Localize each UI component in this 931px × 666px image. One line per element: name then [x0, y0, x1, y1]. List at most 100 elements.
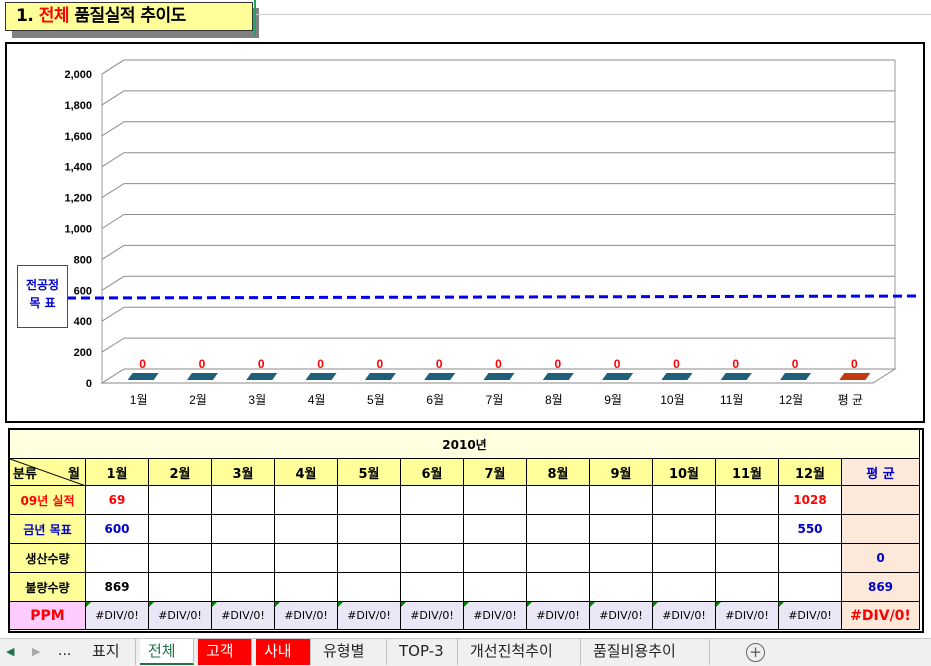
data-cell[interactable] [652, 543, 716, 573]
data-cell[interactable] [778, 543, 842, 573]
month-header[interactable]: 5월 [337, 458, 401, 486]
data-cell[interactable]: 1028 [778, 485, 842, 515]
data-cell[interactable] [337, 572, 401, 602]
section-title[interactable]: 1. 전체 품질실적 추이도 [5, 2, 253, 31]
month-header[interactable]: 7월 [463, 458, 527, 486]
ppm-label[interactable]: PPM [9, 601, 86, 630]
data-cell[interactable] [148, 514, 212, 544]
sheet-tab[interactable]: 품질비용추이 [585, 639, 710, 665]
data-cell[interactable] [652, 514, 716, 544]
data-cell[interactable]: 600 [85, 514, 149, 544]
data-cell[interactable] [715, 514, 779, 544]
sheet-tab[interactable]: 개선진척추이 [462, 639, 581, 665]
data-cell[interactable] [589, 543, 653, 573]
month-header[interactable]: 3월 [211, 458, 275, 486]
data-cell[interactable] [652, 485, 716, 515]
data-cell[interactable] [463, 485, 527, 515]
ppm-cell[interactable]: #DIV/0! [589, 601, 653, 630]
row-label[interactable]: 09년 실적 [9, 485, 86, 515]
add-sheet-icon[interactable]: + [746, 643, 765, 662]
sheet-tab[interactable]: 고객 [198, 639, 252, 665]
data-cell[interactable] [526, 485, 590, 515]
data-cell[interactable] [148, 485, 212, 515]
sheet-tab[interactable]: 사내 [256, 639, 311, 665]
row-label[interactable]: 불량수량 [9, 572, 86, 602]
data-cell[interactable] [715, 543, 779, 573]
data-cell[interactable] [778, 572, 842, 602]
more-sheets-button[interactable]: ... [58, 643, 71, 659]
row-label[interactable]: 금년 목표 [9, 514, 86, 544]
month-header[interactable]: 6월 [400, 458, 464, 486]
data-cell[interactable] [400, 543, 464, 573]
sheet-tab[interactable]: 유형별 [315, 639, 387, 665]
data-cell[interactable] [463, 543, 527, 573]
data-cell[interactable] [211, 514, 275, 544]
data-cell[interactable] [148, 572, 212, 602]
ppm-cell[interactable]: #DIV/0! [211, 601, 275, 630]
data-cell[interactable]: 869 [85, 572, 149, 602]
month-header[interactable]: 2월 [148, 458, 212, 486]
data-cell[interactable] [400, 572, 464, 602]
data-cell[interactable] [526, 514, 590, 544]
data-cell[interactable] [211, 485, 275, 515]
data-cell[interactable] [337, 543, 401, 573]
data-cell[interactable] [400, 485, 464, 515]
month-header[interactable]: 1월 [85, 458, 149, 486]
avg-cell[interactable]: 869 [841, 572, 920, 602]
row-label[interactable]: 생산수량 [9, 543, 86, 573]
ppm-cell[interactable]: #DIV/0! [274, 601, 338, 630]
ppm-cell[interactable]: #DIV/0! [463, 601, 527, 630]
sheet-tab[interactable]: 표지 [84, 639, 136, 665]
ppm-avg-cell[interactable]: #DIV/0! [841, 601, 920, 630]
data-cell[interactable] [337, 485, 401, 515]
ppm-cell[interactable]: #DIV/0! [652, 601, 716, 630]
scroll-right-icon[interactable]: ▶ [32, 645, 40, 658]
sheet-tab[interactable]: TOP-3 [391, 639, 458, 665]
data-cell[interactable] [715, 485, 779, 515]
data-cell[interactable] [652, 572, 716, 602]
data-cell[interactable] [337, 514, 401, 544]
month-header[interactable]: 11월 [715, 458, 779, 486]
ppm-cell[interactable]: #DIV/0! [715, 601, 779, 630]
data-cell[interactable] [274, 514, 338, 544]
avg-cell[interactable] [841, 514, 920, 544]
data-cell[interactable]: 69 [85, 485, 149, 515]
data-cell[interactable] [274, 543, 338, 573]
ppm-cell[interactable]: #DIV/0! [400, 601, 464, 630]
data-cell[interactable] [589, 485, 653, 515]
target-label-box[interactable]: 전공정 목 표 [17, 265, 68, 328]
sheet-tab[interactable]: 전체 [140, 639, 194, 665]
data-cell[interactable] [526, 572, 590, 602]
data-cell[interactable] [211, 543, 275, 573]
data-cell[interactable] [589, 514, 653, 544]
month-header[interactable]: 8월 [526, 458, 590, 486]
data-cell[interactable] [274, 572, 338, 602]
data-cell[interactable] [85, 543, 149, 573]
data-cell[interactable] [400, 514, 464, 544]
data-cell[interactable] [148, 543, 212, 573]
data-cell[interactable] [589, 572, 653, 602]
month-header[interactable]: 4월 [274, 458, 338, 486]
ppm-cell[interactable]: #DIV/0! [148, 601, 212, 630]
month-header[interactable]: 12월 [778, 458, 842, 486]
data-cell[interactable]: 550 [778, 514, 842, 544]
month-header[interactable]: 10월 [652, 458, 716, 486]
ppm-cell[interactable]: #DIV/0! [337, 601, 401, 630]
quality-trend-chart[interactable]: 0 200 400 600 800 1,000 1,200 1,400 1,600 1,800 2,… [5, 42, 925, 423]
corner-header[interactable]: 분류 월 [9, 458, 86, 486]
ppm-cell[interactable]: #DIV/0! [526, 601, 590, 630]
data-cell[interactable] [463, 572, 527, 602]
data-cell[interactable] [274, 485, 338, 515]
data-cell[interactable] [715, 572, 779, 602]
avg-cell[interactable]: 0 [841, 543, 920, 573]
avg-cell[interactable] [841, 485, 920, 515]
month-header[interactable]: 9월 [589, 458, 653, 486]
avg-header[interactable]: 평 균 [841, 458, 920, 486]
data-cell[interactable] [211, 572, 275, 602]
year-header[interactable]: 2010년 [9, 429, 920, 459]
ppm-cell[interactable]: #DIV/0! [778, 601, 842, 630]
data-cell[interactable] [526, 543, 590, 573]
data-cell[interactable] [463, 514, 527, 544]
scroll-left-icon[interactable]: ◀ [6, 645, 14, 658]
ppm-cell[interactable]: #DIV/0! [85, 601, 149, 630]
